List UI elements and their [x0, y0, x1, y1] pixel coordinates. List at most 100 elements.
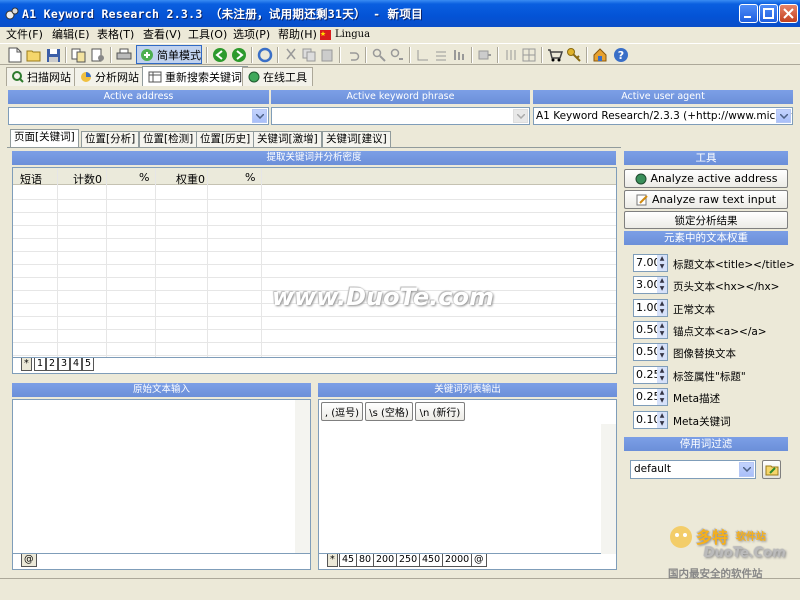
column-header-weight-percent[interactable]: %	[245, 171, 255, 184]
analyze-raw-button[interactable]: Analyze raw text input	[624, 190, 788, 209]
tab-analyze-website[interactable]: 分析网站	[74, 67, 145, 86]
paste-icon[interactable]	[318, 46, 336, 64]
menu-view[interactable]: 查看(V)	[143, 27, 181, 43]
spinner-arrows-icon[interactable]: ▲ ▼	[657, 389, 667, 405]
source-tab-at[interactable]: @	[21, 554, 37, 567]
grid-icon[interactable]	[520, 46, 538, 64]
spinner-arrows-icon[interactable]: ▲ ▼	[657, 412, 667, 428]
tab-scan-website[interactable]: 扫描网站	[6, 67, 77, 86]
back-arrow-icon[interactable]	[211, 46, 229, 64]
undo-icon[interactable]	[344, 46, 362, 64]
weight-meta-desc-spinner[interactable]: 0.25 ▲ ▼	[633, 388, 668, 406]
output-tab-at[interactable]: @	[471, 554, 487, 567]
keyword-output[interactable]: , (逗号) \s (空格) \n (新行)	[318, 399, 617, 554]
tab-position-check[interactable]: 位置[检测]	[139, 131, 198, 148]
page-tab-2[interactable]: 2	[46, 358, 59, 371]
copy-project-icon[interactable]	[70, 46, 88, 64]
minimize-button[interactable]	[739, 4, 758, 23]
menu-help[interactable]: 帮助(H)	[278, 27, 317, 43]
spinner-arrows-icon[interactable]: ▲ ▼	[657, 322, 667, 338]
source-text-input[interactable]	[12, 399, 311, 554]
help-icon[interactable]: ?	[612, 46, 630, 64]
find-icon[interactable]	[370, 46, 388, 64]
menu-lingua[interactable]: Lingua	[335, 27, 370, 43]
analyze-address-button[interactable]: Analyze active address	[624, 169, 788, 188]
output-tab-250[interactable]: 250	[396, 554, 421, 567]
tab-position-history[interactable]: 位置[历史]	[196, 131, 255, 148]
page-tab-4[interactable]: 4	[70, 358, 83, 371]
tab-position-analysis[interactable]: 位置[分析]	[81, 131, 140, 148]
spinner-arrows-icon[interactable]: ▲ ▼	[657, 255, 667, 271]
tab-keyword-surge[interactable]: 关键词[激增]	[253, 131, 322, 148]
stopwords-select[interactable]: default	[630, 460, 756, 479]
menu-tools[interactable]: 工具(O)	[188, 27, 227, 43]
weight-header-spinner[interactable]: 3.00 ▲ ▼	[633, 276, 668, 294]
print-icon[interactable]	[115, 46, 133, 64]
copy-icon[interactable]	[300, 46, 318, 64]
scrollbar[interactable]	[601, 424, 616, 554]
chevron-down-icon[interactable]	[513, 109, 528, 123]
page-tab-1[interactable]: 1	[34, 358, 47, 371]
menu-file[interactable]: 文件(F)	[6, 27, 43, 43]
export-icon[interactable]	[476, 46, 494, 64]
tab-online-tools[interactable]: 在线工具	[242, 67, 313, 86]
simple-mode-button[interactable]: 简单模式	[136, 45, 202, 64]
active-keyword-combo[interactable]	[271, 107, 530, 125]
save-icon[interactable]	[44, 46, 62, 64]
column-header-weight[interactable]: 权重0	[176, 171, 205, 187]
newline-separator-button[interactable]: \n (新行)	[415, 402, 465, 421]
column-header-percent[interactable]: %	[139, 171, 149, 184]
insert-row-icon[interactable]	[414, 46, 432, 64]
stopwords-edit-button[interactable]	[762, 460, 781, 479]
weight-title-attr-spinner[interactable]: 0.25 ▲ ▼	[633, 366, 668, 384]
properties-icon[interactable]	[89, 46, 107, 64]
weight-anchor-spinner[interactable]: 0.50 ▲ ▼	[633, 321, 668, 339]
keyword-table[interactable]: 短语 计数0 % 权重0 %	[12, 167, 617, 358]
weight-title-spinner[interactable]: 7.00 ▲ ▼	[633, 254, 668, 272]
spinner-arrows-icon[interactable]: ▲ ▼	[657, 367, 667, 383]
cart-icon[interactable]	[546, 46, 564, 64]
close-button[interactable]	[779, 4, 798, 23]
key-icon[interactable]	[565, 46, 583, 64]
chevron-down-icon[interactable]	[739, 462, 754, 477]
maximize-button[interactable]	[759, 4, 778, 23]
comma-separator-button[interactable]: , (逗号)	[321, 402, 363, 421]
weight-meta-keywords-spinner[interactable]: 0.10 ▲ ▼	[633, 411, 668, 429]
new-file-icon[interactable]	[6, 46, 24, 64]
sort-icon[interactable]	[450, 46, 468, 64]
columns-icon[interactable]	[502, 46, 520, 64]
page-tab-5[interactable]: 5	[82, 358, 95, 371]
space-separator-button[interactable]: \s (空格)	[365, 402, 413, 421]
active-agent-combo[interactable]: A1 Keyword Research/2.3.3 (+http://www.m…	[533, 107, 793, 125]
menu-table[interactable]: 表格(T)	[97, 27, 134, 43]
cut-icon[interactable]	[282, 46, 300, 64]
spinner-arrows-icon[interactable]: ▲ ▼	[657, 277, 667, 293]
spinner-arrows-icon[interactable]: ▲ ▼	[657, 344, 667, 360]
home-icon[interactable]	[591, 46, 609, 64]
menu-edit[interactable]: 编辑(E)	[52, 27, 90, 43]
menu-options[interactable]: 选项(P)	[233, 27, 270, 43]
weight-alt-spinner[interactable]: 0.50 ▲ ▼	[633, 343, 668, 361]
page-tab-3[interactable]: 3	[58, 358, 71, 371]
column-header-phrase[interactable]: 短语	[20, 171, 42, 187]
find-next-icon[interactable]	[388, 46, 406, 64]
open-folder-icon[interactable]	[25, 46, 43, 64]
output-tab-200[interactable]: 200	[373, 554, 398, 567]
scrollbar[interactable]	[295, 400, 310, 553]
output-tab-450[interactable]: 450	[419, 554, 444, 567]
chevron-down-icon[interactable]	[252, 109, 267, 123]
output-tab-all[interactable]: *	[327, 554, 338, 567]
title-bar[interactable]: A1 Keyword Research 2.3.3 （未注册，试用期还剩31天）…	[0, 0, 800, 27]
tab-keyword-suggest[interactable]: 关键词[建议]	[322, 131, 391, 148]
active-address-combo[interactable]	[8, 107, 269, 125]
spinner-arrows-icon[interactable]: ▲ ▼	[657, 300, 667, 316]
output-tab-2000[interactable]: 2000	[442, 554, 473, 567]
weight-normal-spinner[interactable]: 1.00 ▲ ▼	[633, 299, 668, 317]
tab-research-keywords[interactable]: 重新搜索关键词	[142, 66, 248, 86]
output-tab-45[interactable]: 45	[339, 554, 358, 567]
tab-page-keywords[interactable]: 页面[关键词]	[10, 129, 79, 148]
chevron-down-icon[interactable]	[776, 109, 791, 123]
lock-results-button[interactable]: 锁定分析结果	[624, 211, 788, 229]
forward-arrow-icon[interactable]	[230, 46, 248, 64]
output-tab-80[interactable]: 80	[356, 554, 375, 567]
